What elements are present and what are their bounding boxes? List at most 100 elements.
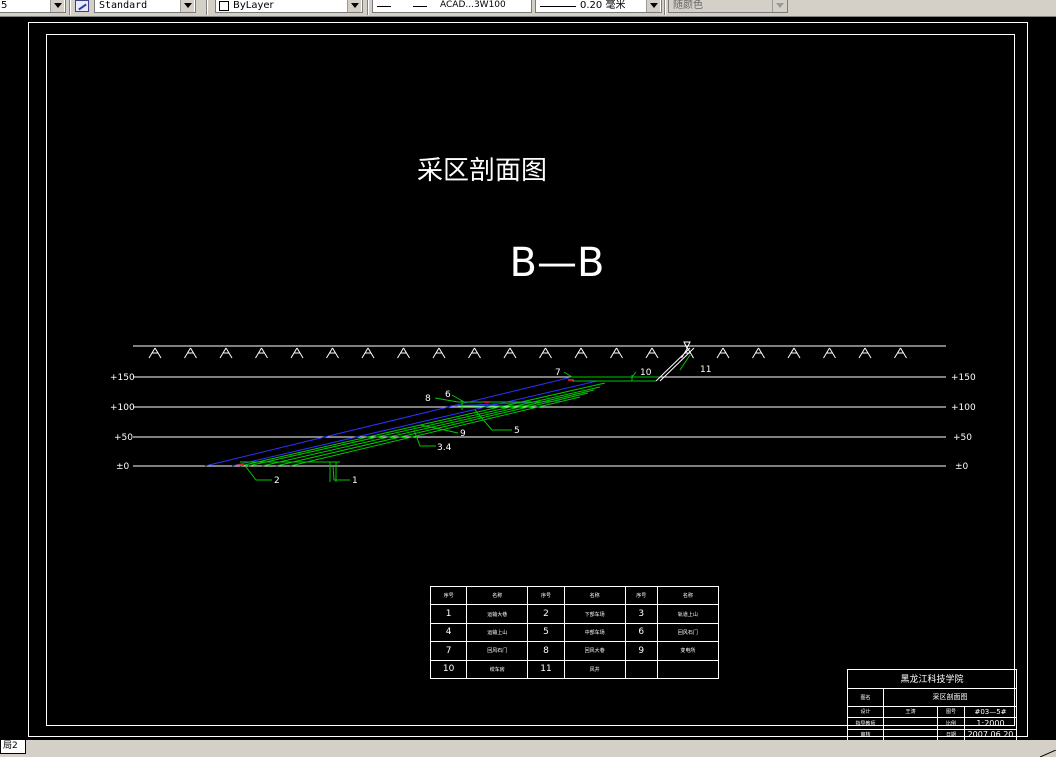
toolbar-separator bbox=[664, 0, 666, 15]
callout-label: 9 bbox=[460, 429, 466, 439]
drawing-date: 2007.06.20 bbox=[963, 728, 1018, 741]
legend-table: 序号 名称 序号 名称 序号 名称 1 运输大巷 2 下部车场 3 轨道上山 4 运输上山 5 中部车场 6 回风… bbox=[429, 585, 720, 680]
leader-10 bbox=[631, 371, 637, 378]
callout-label: 2 bbox=[274, 476, 280, 486]
legend-name-cell: 回风石门 bbox=[656, 622, 720, 643]
elevation-label-right: +100 bbox=[951, 403, 976, 413]
plotstyle-value: 随颜色 bbox=[673, 0, 703, 11]
elevation-label-left: +150 bbox=[110, 373, 135, 383]
label-advisor: 指导教师 bbox=[847, 716, 884, 730]
legend-number-cell: 4 bbox=[429, 622, 468, 643]
elevation-label-right: ±0 bbox=[955, 462, 969, 472]
callout-label: 5 bbox=[514, 426, 520, 436]
label-review: 审核 bbox=[847, 728, 884, 741]
label-drawing-no: 图号 bbox=[937, 705, 965, 719]
linetype-value: ACAD...3W100 bbox=[440, 0, 506, 10]
color-combo-value: 5 bbox=[1, 0, 8, 11]
chevron-down-icon[interactable] bbox=[180, 0, 194, 12]
leader-2 bbox=[245, 466, 272, 481]
legend-row: 1 运输大巷 2 下部车场 3 轨道上山 bbox=[429, 604, 720, 624]
legend-number-cell: 5 bbox=[527, 622, 565, 643]
title-block: 黑龙江科技学院 图名 采区剖面图 设计 王涛 图号 #03—5# 指导教师 比例… bbox=[846, 669, 1018, 741]
elevation-lines bbox=[133, 376, 946, 467]
legend-name-cell: 回风石门 bbox=[466, 641, 529, 661]
callout-label: 8 bbox=[425, 394, 431, 404]
seam-line bbox=[204, 376, 573, 467]
callout-label: 6 bbox=[445, 390, 451, 400]
legend-name-cell: 中部车场 bbox=[563, 622, 626, 643]
callout-label: 10 bbox=[640, 368, 652, 378]
color-combo[interactable]: 5 bbox=[0, 0, 66, 13]
legend-number-cell: 3 bbox=[624, 604, 658, 624]
legend-header-cell: 序号 bbox=[429, 585, 468, 606]
shaft-line bbox=[659, 347, 695, 382]
legend-row: 4 运输上山 5 中部车场 6 回风石门 bbox=[429, 622, 720, 643]
air-shaft bbox=[655, 341, 695, 382]
text-style-combo[interactable]: Standard bbox=[94, 0, 196, 13]
toolbar-separator bbox=[206, 0, 208, 15]
lineweight-value: 0.20 毫米 bbox=[580, 0, 626, 11]
linetype-preview-icon bbox=[377, 6, 391, 7]
leader-7 bbox=[563, 371, 573, 378]
linetype-combo[interactable]: ACAD...3W100 bbox=[372, 0, 532, 13]
legend-header-cell: 名称 bbox=[466, 585, 529, 606]
drawing-canvas[interactable]: 采区剖面图 B—B +150 +100 +50 ±0 +150 +100 +50… bbox=[0, 17, 1056, 741]
legend-name-cell: 风井 bbox=[563, 659, 626, 680]
ground-hatching bbox=[148, 347, 907, 359]
legend-number-cell: 2 bbox=[527, 604, 565, 624]
shaft-head-mark bbox=[683, 341, 691, 350]
elevation-label-left: +50 bbox=[114, 433, 133, 443]
chevron-down-icon[interactable] bbox=[646, 0, 660, 12]
chevron-down-icon[interactable] bbox=[347, 0, 361, 12]
legend-number-cell: 6 bbox=[624, 622, 658, 643]
legend-header-cell: 序号 bbox=[624, 585, 658, 606]
chevron-down-icon[interactable] bbox=[50, 0, 64, 12]
legend-name-cell: 运输大巷 bbox=[466, 604, 529, 624]
reviewer-name bbox=[883, 728, 938, 741]
drawing-name: 采区剖面图 bbox=[882, 687, 1018, 707]
linetype-preview-icon bbox=[413, 6, 427, 7]
elevation-label-left: ±0 bbox=[116, 462, 130, 472]
lineweight-combo[interactable]: 0.20 毫米 bbox=[535, 0, 662, 13]
legend-number-cell bbox=[624, 659, 658, 680]
red-marks bbox=[237, 379, 574, 466]
plotstyle-combo[interactable]: 随颜色 bbox=[668, 0, 788, 13]
drawing-scale: 1:2000 bbox=[963, 716, 1018, 730]
incline-line bbox=[247, 386, 601, 467]
legend-header-cell: 序号 bbox=[527, 585, 565, 606]
section-label: B—B bbox=[510, 240, 605, 286]
layer-combo[interactable]: ByLayer bbox=[215, 0, 363, 13]
callout-label: 7 bbox=[555, 368, 561, 378]
designer-name: 王涛 bbox=[883, 705, 938, 719]
legend-header-cell: 名称 bbox=[656, 585, 720, 606]
legend-number-cell: 10 bbox=[429, 659, 468, 680]
elevation-label-right: +50 bbox=[953, 433, 972, 443]
text-style-value: Standard bbox=[99, 0, 148, 11]
color-swatch-icon bbox=[219, 1, 229, 11]
lineweight-preview-icon bbox=[540, 6, 576, 7]
legend-number-cell: 8 bbox=[527, 641, 565, 661]
school-name: 黑龙江科技学院 bbox=[846, 669, 1018, 689]
layer-value: ByLayer bbox=[233, 0, 274, 11]
incline-line bbox=[239, 382, 606, 467]
drawing-number: #03—5# bbox=[963, 705, 1018, 719]
drawing-title: 采区剖面图 bbox=[417, 156, 547, 186]
legend-name-cell bbox=[656, 659, 720, 680]
text-style-icon[interactable] bbox=[75, 0, 89, 12]
chevron-down-icon[interactable] bbox=[772, 0, 786, 12]
elevation-label-left: +100 bbox=[110, 403, 135, 413]
legend-header-row: 序号 名称 序号 名称 序号 名称 bbox=[429, 585, 720, 606]
toolbar-separator bbox=[69, 0, 71, 15]
legend-header-cell: 名称 bbox=[563, 585, 626, 606]
resize-grip-icon[interactable] bbox=[1040, 750, 1056, 757]
callout-label: 1 bbox=[352, 476, 358, 486]
legend-number-cell: 1 bbox=[429, 604, 468, 624]
toolbar-separator bbox=[367, 0, 369, 15]
label-date: 日期 bbox=[937, 728, 965, 741]
label-scale: 比例 bbox=[937, 716, 965, 730]
tab-layout2[interactable]: 局2 bbox=[0, 740, 26, 754]
callout-leaders bbox=[245, 354, 691, 481]
incline-line bbox=[275, 392, 589, 467]
legend-name-cell: 回风大巷 bbox=[563, 641, 626, 661]
legend-number-cell: 9 bbox=[624, 641, 658, 661]
